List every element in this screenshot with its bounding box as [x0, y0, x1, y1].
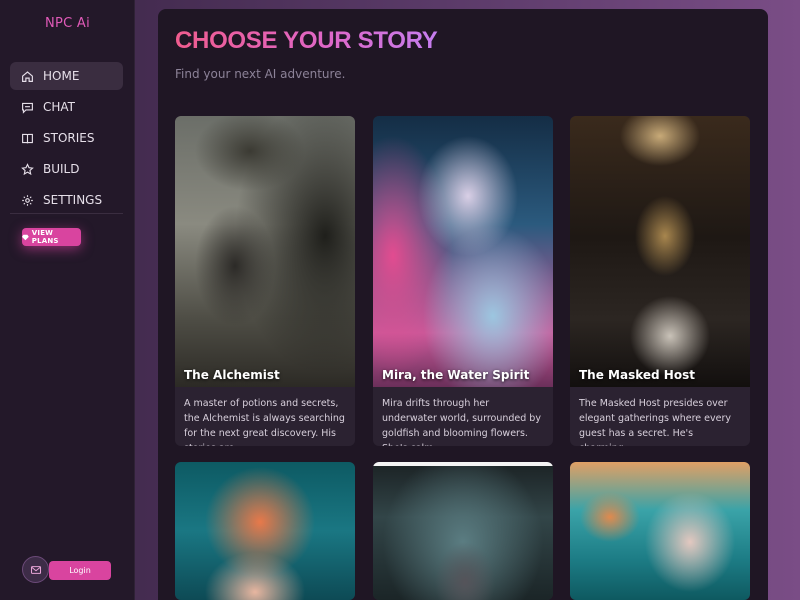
story-card-description: The Masked Host presides over elegant ga…	[579, 398, 731, 446]
story-card-image	[570, 462, 750, 600]
story-card-alchemist[interactable]: The Alchemist A master of potions and se…	[175, 116, 355, 446]
story-card-image	[373, 116, 553, 387]
main-panel: CHOOSE YOUR STORY Find your next AI adve…	[158, 9, 768, 600]
sidebar-item-chat[interactable]: CHAT	[10, 93, 123, 121]
sidebar-item-label: BUILD	[43, 162, 80, 176]
sidebar-nav: HOME CHAT STORIES BUILD SETTINGS	[10, 62, 123, 217]
mail-icon	[30, 565, 41, 574]
sidebar-item-build[interactable]: BUILD	[10, 155, 123, 183]
page-subtitle: Find your next AI adventure.	[175, 67, 346, 81]
sidebar-item-settings[interactable]: SETTINGS	[10, 186, 123, 214]
story-card-image	[373, 462, 553, 600]
diamond-icon	[22, 234, 29, 240]
sidebar-item-label: CHAT	[43, 100, 76, 114]
book-icon	[22, 133, 33, 143]
story-card-title: The Alchemist	[184, 368, 280, 382]
sidebar-item-home[interactable]: HOME	[10, 62, 123, 90]
story-card-title: The Masked Host	[579, 368, 695, 382]
story-card-title: Mira, the Water Spirit	[382, 368, 530, 382]
login-button[interactable]: Login	[49, 561, 111, 580]
star-icon	[21, 162, 34, 175]
story-card-description: Mira drifts through her underwater world…	[382, 398, 541, 446]
gear-icon	[22, 194, 33, 206]
mail-button[interactable]	[22, 556, 49, 583]
story-card-image	[175, 462, 355, 600]
view-plans-label: VIEW PLANS	[31, 229, 59, 245]
story-card-mira[interactable]: Mira, the Water Spirit Mira drifts throu…	[373, 116, 553, 446]
sidebar: NPC Ai HOME CHAT STORIES BUILD SETTINGS …	[0, 0, 135, 600]
sidebar-item-label: HOME	[43, 69, 80, 83]
story-card-image	[570, 116, 750, 387]
sidebar-item-stories[interactable]: STORIES	[10, 124, 123, 152]
chat-icon	[22, 102, 33, 114]
story-card-6[interactable]	[570, 462, 750, 600]
story-card-4[interactable]	[175, 462, 355, 600]
card-top-border	[373, 462, 553, 466]
home-icon	[22, 70, 33, 82]
story-card-5[interactable]	[373, 462, 553, 600]
brand-logo[interactable]: NPC Ai	[0, 16, 135, 31]
sidebar-item-label: SETTINGS	[43, 193, 103, 207]
view-plans-button[interactable]: VIEW PLANS	[22, 228, 81, 246]
sidebar-item-label: STORIES	[43, 131, 95, 145]
sidebar-divider	[10, 213, 123, 214]
page-title: CHOOSE YOUR STORY	[175, 27, 438, 54]
story-card-description: A master of potions and secrets, the Alc…	[184, 398, 345, 446]
story-card-image	[175, 116, 355, 387]
story-card-masked-host[interactable]: The Masked Host The Masked Host presides…	[570, 116, 750, 446]
